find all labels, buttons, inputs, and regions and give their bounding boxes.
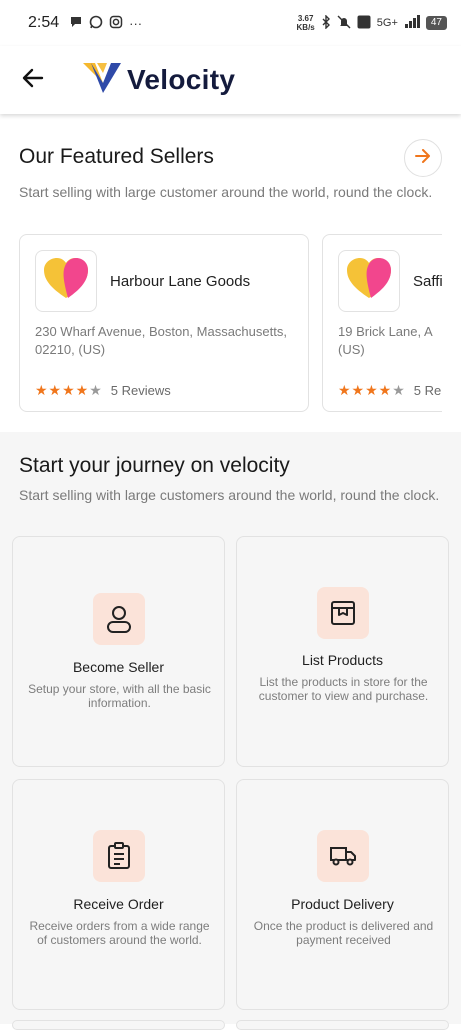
chat-icon (69, 15, 83, 32)
section-subtitle: Start selling with large customers aroun… (19, 487, 440, 503)
velocity-logo: Velocity (83, 61, 235, 100)
arrow-right-icon (415, 148, 431, 168)
become-seller-card[interactable]: Become Seller Setup your store, with all… (12, 536, 225, 767)
network-speed: 3.67 KB/s (296, 14, 315, 32)
status-bar: 2:54 ··· 3.67 KB/s 5G+ 47 (0, 0, 461, 46)
bluetooth-icon (321, 13, 331, 32)
truck-icon (317, 830, 369, 882)
card-description: List the products in store for the custo… (258, 675, 429, 703)
card-description: Once the product is delivered and paymen… (253, 919, 434, 947)
previous-section-edge (0, 114, 461, 122)
brand-name: Velocity (127, 64, 236, 95)
card-description: Receive orders from a wide range of cust… (29, 919, 210, 947)
card-title: List Products (302, 652, 383, 668)
card-title: Product Delivery (291, 896, 394, 912)
card-title: Become Seller (72, 659, 165, 675)
next-card-partial[interactable] (236, 1020, 449, 1030)
more-dots-icon: ··· (129, 15, 143, 31)
see-all-sellers-button[interactable] (404, 139, 442, 177)
seller-name: Saffi (413, 273, 442, 290)
seller-logo (338, 250, 400, 312)
volte-icon (357, 15, 371, 32)
journey-section: Start your journey on velocity Start sel… (0, 432, 461, 1030)
arrow-left-icon (22, 68, 44, 93)
seller-card[interactable]: Saffi 19 Brick Lane, A (US) ★★★★★ 5 Re (322, 234, 442, 412)
battery-indicator: 47 (425, 16, 447, 30)
user-icon (93, 593, 145, 645)
app-bar: Velocity (0, 46, 461, 114)
heart-logo-icon (41, 256, 91, 307)
product-delivery-card[interactable]: Product Delivery Once the product is del… (236, 779, 449, 1010)
next-card-partial[interactable] (12, 1020, 225, 1030)
card-title: Receive Order (73, 896, 164, 912)
instagram-icon (109, 15, 123, 32)
whatsapp-icon (89, 15, 103, 32)
status-time: 2:54 (28, 14, 60, 31)
section-title: Our Featured Sellers (19, 145, 214, 168)
heart-logo-icon (344, 256, 394, 307)
seller-rating: ★★★★★ 5 Re (338, 382, 441, 399)
box-icon (317, 587, 369, 639)
seller-logo (35, 250, 97, 312)
seller-address: 230 Wharf Avenue, Boston, Massachusetts,… (35, 324, 287, 357)
review-count: 5 Reviews (110, 383, 171, 398)
sellers-carousel[interactable]: Harbour Lane Goods 230 Wharf Avenue, Bos… (19, 234, 442, 412)
review-count: 5 Re (413, 383, 442, 398)
velocity-v-icon (83, 61, 123, 100)
seller-rating: ★★★★★ 5 Reviews (35, 382, 171, 399)
seller-address: 19 Brick Lane, A (US) (338, 324, 432, 357)
seller-card[interactable]: Harbour Lane Goods 230 Wharf Avenue, Bos… (19, 234, 309, 412)
receive-order-card[interactable]: Receive Order Receive orders from a wide… (12, 779, 225, 1010)
list-products-card[interactable]: List Products List the products in store… (236, 536, 449, 767)
rating-stars: ★★★★★ (35, 382, 103, 398)
section-subtitle: Start selling with large customer around… (19, 184, 433, 200)
signal-icon (404, 14, 420, 32)
featured-sellers-section: Our Featured Sellers Start selling with … (0, 122, 461, 432)
mute-icon (337, 15, 351, 32)
rating-stars: ★★★★★ (338, 382, 406, 398)
network-type: 5G+ (376, 17, 398, 29)
section-title: Start your journey on velocity (19, 454, 290, 477)
card-description: Setup your store, with all the basic inf… (28, 682, 211, 710)
back-button[interactable] (15, 62, 51, 98)
clipboard-icon (93, 830, 145, 882)
seller-name: Harbour Lane Goods (110, 273, 251, 290)
